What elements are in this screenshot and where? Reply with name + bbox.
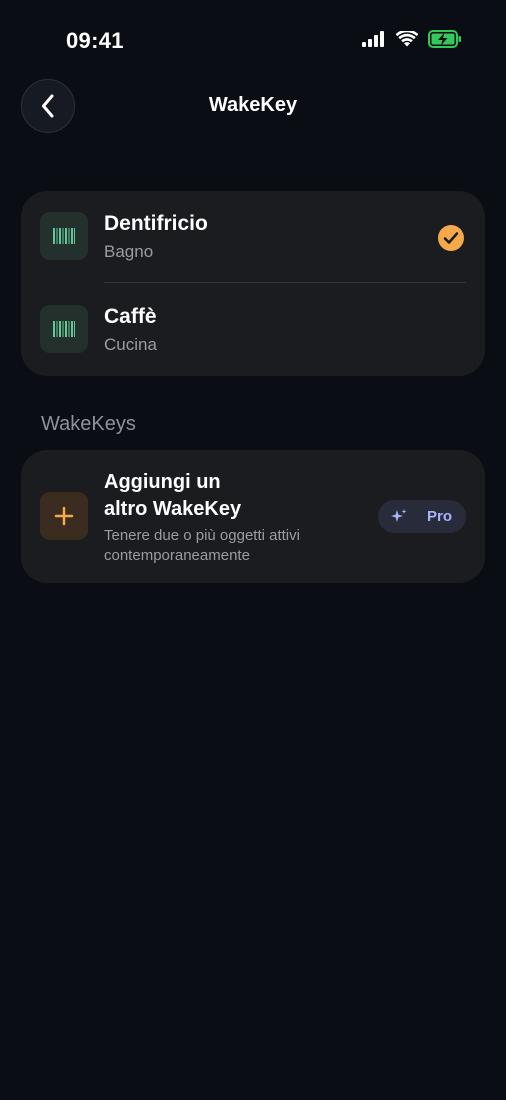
add-wakekey-card[interactable]: Aggiungi un altro WakeKey Tenere due o p… <box>21 450 485 583</box>
add-subtitle-line2: contemporaneamente <box>104 547 250 564</box>
wifi-icon <box>396 31 418 47</box>
divider <box>104 282 466 283</box>
item-title: Dentifricio <box>104 212 208 235</box>
add-title-line2: altro WakeKey <box>104 498 242 520</box>
barcode-icon <box>40 305 88 353</box>
page-title: WakeKey <box>208 94 298 116</box>
plus-icon <box>40 492 88 540</box>
add-subtitle-line1: Tenere due o più oggetti attivi <box>104 527 300 544</box>
battery-charging-icon <box>428 30 461 48</box>
item-title: Caffè <box>104 305 157 328</box>
section-label: WakeKeys <box>41 413 136 435</box>
status-icons <box>362 30 462 48</box>
list-item-caffe[interactable]: Caffè Cucina <box>21 284 485 376</box>
pro-label: Pro <box>427 508 453 525</box>
item-subtitle: Cucina <box>104 335 157 354</box>
barcode-icon <box>40 212 88 260</box>
status-time: 09:41 <box>66 28 124 53</box>
wakekey-items-card: Dentifricio Bagno Caffè Cucina <box>21 191 485 376</box>
add-title-line1: Aggiungi un <box>104 471 221 493</box>
checkmark-icon <box>438 225 464 251</box>
add-title: Aggiungi un altro WakeKey <box>104 469 304 523</box>
add-subtitle: Tenere due o più oggetti attivi contempo… <box>104 526 364 566</box>
pro-badge[interactable]: Pro <box>378 500 466 533</box>
sparkle-icon <box>391 509 407 522</box>
list-item-dentifricio[interactable]: Dentifricio Bagno <box>21 191 485 283</box>
signal-icon <box>362 31 384 47</box>
item-subtitle: Bagno <box>104 242 154 261</box>
status-bar: 09:41 <box>0 0 506 80</box>
